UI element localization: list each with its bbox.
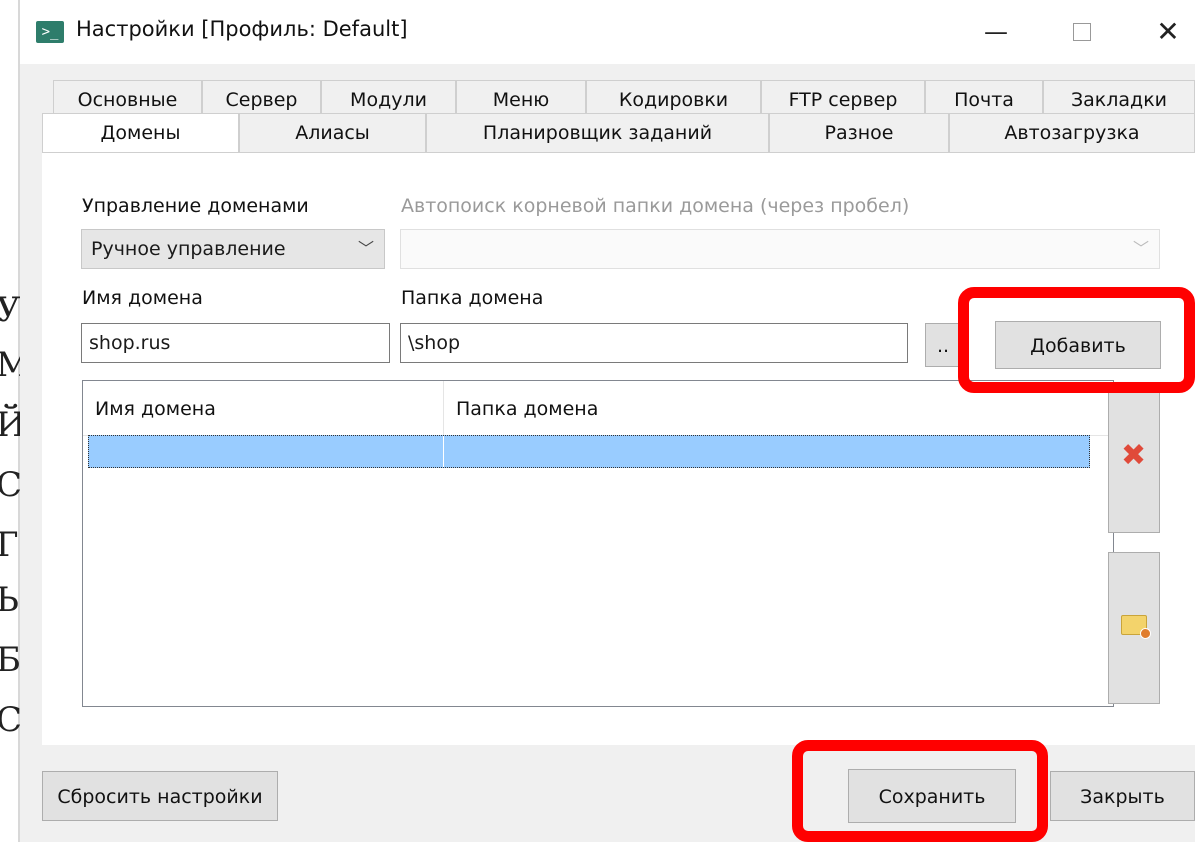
tab-misc[interactable]: Разное: [769, 113, 949, 153]
background-glyph: С: [0, 465, 23, 505]
edit-folder-button[interactable]: [1108, 552, 1160, 704]
highlight-save-button: [792, 740, 1048, 842]
domain-folder-label: Папка домена: [401, 287, 544, 309]
background-glyph: Б: [0, 640, 21, 680]
reset-settings-button[interactable]: Сбросить настройки: [42, 771, 278, 821]
background-document: Ус М Й С Г Ь Б С: [0, 0, 40, 842]
domain-management-label: Управление доменами: [82, 195, 309, 217]
domain-name-label: Имя домена: [82, 287, 203, 309]
close-window-button[interactable]: ✕: [1148, 14, 1188, 50]
tab-autoload[interactable]: Автозагрузка: [949, 113, 1195, 153]
domain-name-field[interactable]: shop.rus: [81, 323, 390, 363]
background-glyph: Г: [0, 525, 19, 565]
list-header: Имя домена Папка домена: [83, 381, 1113, 436]
maximize-icon: [1073, 23, 1091, 41]
close-button[interactable]: Закрыть: [1050, 771, 1195, 821]
delete-icon: ✖: [1121, 438, 1147, 473]
chevron-down-icon: ﹀: [1132, 239, 1149, 258]
highlight-add-button: [958, 287, 1195, 393]
autosearch-select: ﹀: [400, 229, 1160, 269]
column-header-name[interactable]: Имя домена: [83, 381, 443, 435]
tab-row-2: Домены Алиасы Планировщик заданий Разное…: [42, 113, 1195, 153]
tab-domains[interactable]: Домены: [42, 113, 239, 153]
window-title: Настройки [Профиль: Default]: [76, 17, 408, 41]
maximize-button[interactable]: [1062, 14, 1102, 50]
domain-list[interactable]: Имя домена Папка домена: [82, 380, 1114, 707]
delete-domain-button[interactable]: ✖: [1108, 385, 1160, 533]
browse-folder-button[interactable]: ..: [925, 323, 961, 367]
tab-scheduler[interactable]: Планировщик заданий: [426, 113, 769, 153]
cell-separator: [443, 436, 444, 467]
tab-aliases[interactable]: Алиасы: [239, 113, 426, 153]
background-glyph: Ь: [0, 580, 19, 620]
domain-management-value: Ручное управление: [91, 238, 286, 260]
table-row[interactable]: [88, 435, 1090, 468]
autosearch-label: Автопоиск корневой папки домена (через п…: [401, 195, 910, 217]
folder-edit-icon: [1121, 615, 1151, 639]
domain-management-select[interactable]: Ручное управление ﹀: [81, 229, 385, 269]
title-bar: >_ Настройки [Профиль: Default] — ✕: [20, 0, 1195, 64]
terminal-icon: >_: [36, 21, 64, 43]
background-glyph: С: [0, 700, 23, 740]
chevron-down-icon: ﹀: [357, 239, 374, 258]
minimize-button[interactable]: —: [976, 14, 1016, 50]
settings-window: >_ Настройки [Профиль: Default] — ✕ Осно…: [20, 0, 1195, 842]
domain-folder-field[interactable]: \shop: [400, 323, 908, 363]
